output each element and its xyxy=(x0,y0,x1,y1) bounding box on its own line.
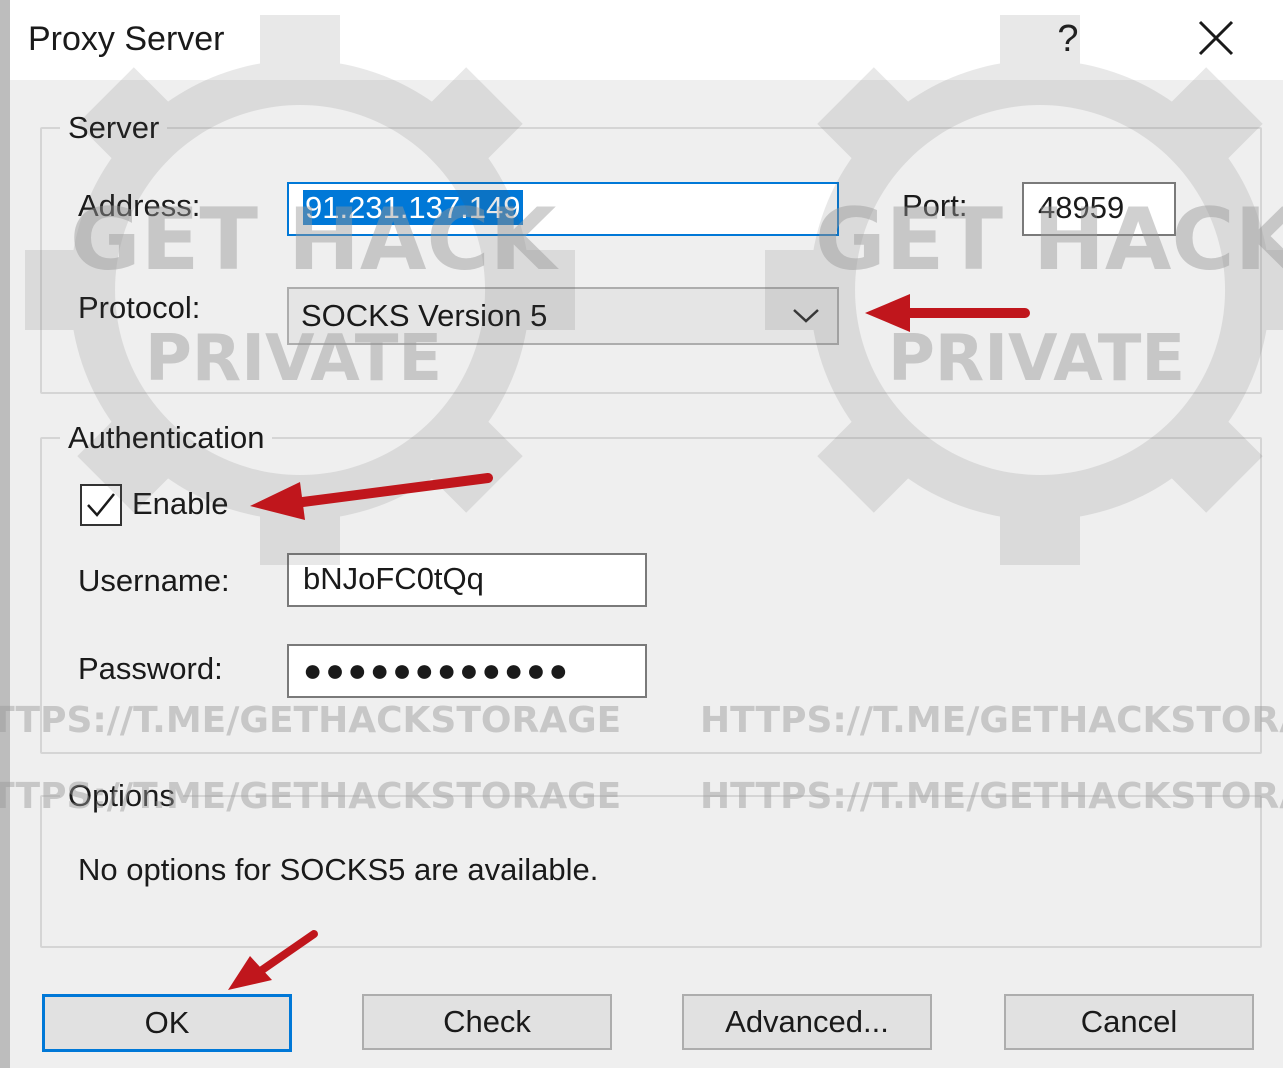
title-bar: Proxy Server ? xyxy=(10,0,1283,80)
address-input[interactable]: 91.231.137.149 xyxy=(287,182,839,236)
server-group: Server xyxy=(40,110,1262,394)
close-icon[interactable] xyxy=(1190,14,1242,64)
advanced-button[interactable]: Advanced... xyxy=(682,994,932,1050)
authentication-legend: Authentication xyxy=(68,420,265,455)
port-input[interactable]: 48959 xyxy=(1022,182,1176,236)
password-input[interactable]: ●●●●●●●●●●●● xyxy=(287,644,647,698)
protocol-label: Protocol: xyxy=(78,290,201,325)
protocol-value: SOCKS Version 5 xyxy=(301,298,548,333)
enable-label[interactable]: Enable xyxy=(132,486,229,522)
help-button[interactable]: ? xyxy=(1045,14,1091,64)
chevron-down-icon xyxy=(793,309,819,323)
checkmark-icon xyxy=(87,493,115,517)
username-label: Username: xyxy=(78,563,230,598)
address-label: Address: xyxy=(78,188,201,223)
enable-checkbox[interactable] xyxy=(80,484,122,526)
options-message: No options for SOCKS5 are available. xyxy=(78,852,599,887)
port-value: 48959 xyxy=(1038,190,1125,225)
proxy-server-dialog: Proxy Server ? Server Address: 91.231.13… xyxy=(10,0,1283,1068)
dialog-title: Proxy Server xyxy=(28,20,225,58)
port-label: Port: xyxy=(902,188,968,223)
ok-button[interactable]: OK xyxy=(42,994,292,1052)
password-label: Password: xyxy=(78,651,223,686)
server-legend: Server xyxy=(68,110,160,145)
options-legend: Options xyxy=(68,778,175,813)
username-input[interactable]: bNJoFC0tQq xyxy=(287,553,647,607)
username-value: bNJoFC0tQq xyxy=(303,561,484,596)
protocol-select[interactable]: SOCKS Version 5 xyxy=(287,287,839,345)
password-value: ●●●●●●●●●●●● xyxy=(303,652,571,688)
cancel-button[interactable]: Cancel xyxy=(1004,994,1254,1050)
check-button[interactable]: Check xyxy=(362,994,612,1050)
address-value: 91.231.137.149 xyxy=(303,190,523,225)
